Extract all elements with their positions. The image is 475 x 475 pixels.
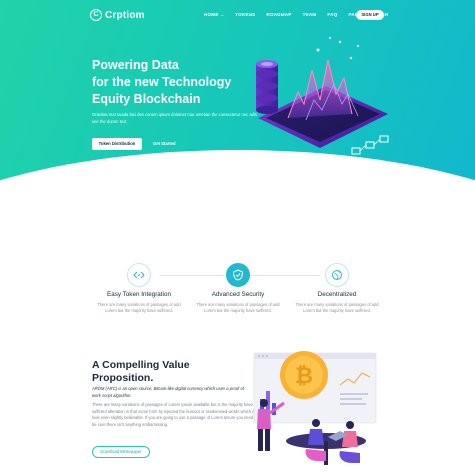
feature-decentralized: Decentralized There are many variations … — [292, 263, 382, 314]
download-whitepaper-button[interactable]: Download Whitepaper — [92, 446, 150, 458]
feature-desc: There are many variations of passages of… — [196, 302, 280, 313]
feature-title: Decentralized — [317, 291, 357, 298]
feature-desc: There are many variations of passages of… — [295, 302, 379, 313]
hero-bottom-curve — [0, 150, 475, 235]
feature-title: Advanced Security — [211, 291, 265, 298]
feature-desc: There are many variations of passages of… — [97, 302, 181, 313]
nav-item-roadmap[interactable]: ROADMAP — [266, 12, 291, 17]
hero-title: Powering Data for the new Technology Equ… — [92, 58, 232, 106]
logo[interactable]: C Crptiom — [90, 9, 145, 21]
top-navigation: C Crptiom HOME ⌄ TOKENS ROADMAP TEAM FAQ … — [0, 0, 475, 30]
nav-item-team[interactable]: TEAM — [303, 12, 317, 17]
logo-text: Crptiom — [105, 9, 145, 21]
signup-button[interactable]: SIGN UP — [356, 10, 384, 20]
nav-item-home[interactable]: HOME ⌄ — [204, 12, 224, 17]
shield-icon — [226, 263, 250, 287]
globe-icon — [325, 263, 349, 287]
blockchain-tablet-illustration — [256, 37, 389, 155]
logo-icon: C — [90, 9, 102, 21]
hero-subtitle: Gravitas mat suada faci des conem ipsum … — [92, 112, 258, 124]
feature-advanced-security: Advanced Security There are many variati… — [193, 263, 283, 314]
get-started-link[interactable]: Get Started — [153, 141, 176, 146]
value-intro: ARDM (ARC) is an open source, Bitcoin-li… — [92, 386, 244, 398]
token-distribution-button[interactable]: Token Distribution — [92, 138, 142, 150]
value-body: There are many variations of passages of… — [92, 402, 261, 427]
value-title: A Compelling Value Proposition. — [92, 359, 190, 384]
feature-easy-token-integration: Easy Token Integration There are many va… — [94, 263, 184, 314]
nav-item-tokens[interactable]: TOKENS — [235, 12, 255, 17]
feature-title: Easy Token Integration — [107, 291, 171, 298]
chevron-down-icon: ⌄ — [220, 12, 225, 17]
bitcoin-meeting-illustration: ₿ — [253, 351, 377, 465]
code-icon — [127, 263, 151, 287]
svg-text:₿: ₿ — [295, 364, 313, 389]
nav-item-faq[interactable]: FAQ — [327, 12, 337, 17]
